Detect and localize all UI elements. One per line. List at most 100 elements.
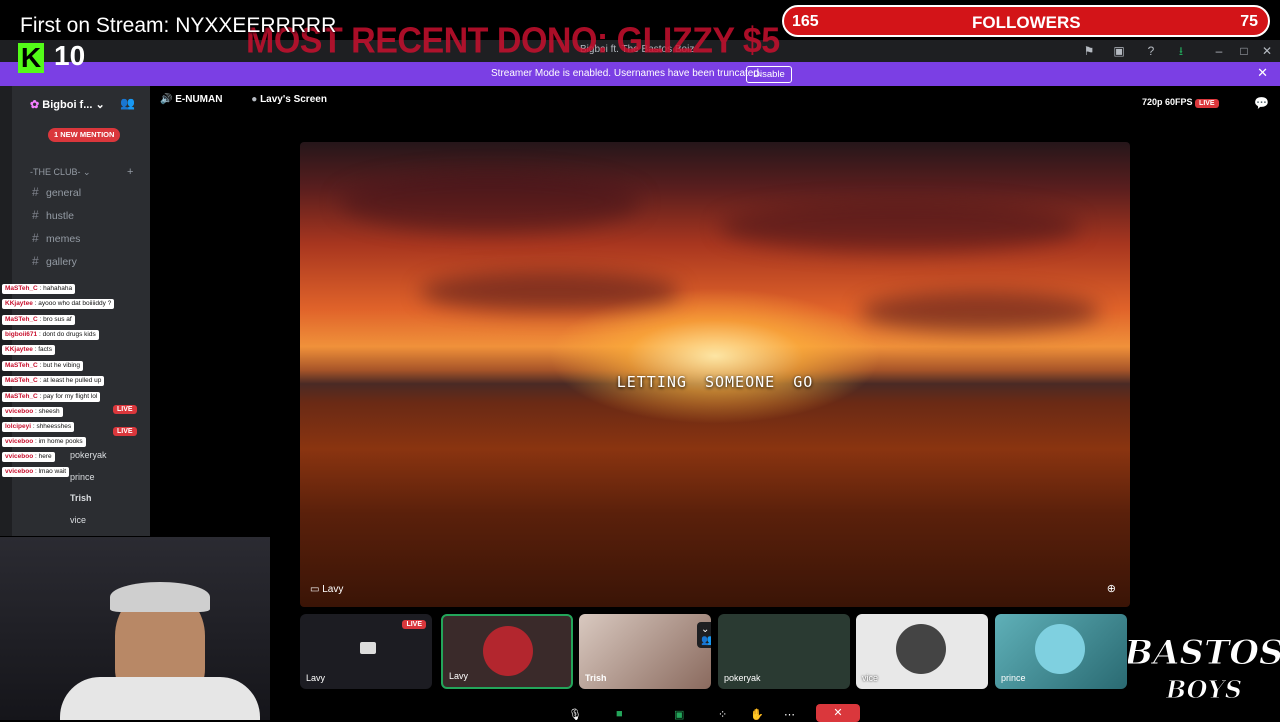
main-screen-share[interactable]: LETTING SOMEONE GO ▭ Lavy ⊕ bbox=[300, 142, 1130, 607]
chat-text: : dont do drugs kids bbox=[38, 331, 96, 338]
tile-label: Lavy bbox=[306, 673, 326, 683]
screen-icon bbox=[360, 642, 376, 654]
hash-icon: # bbox=[32, 231, 39, 245]
chat-username: KKjaytee bbox=[5, 300, 33, 307]
chat-text: : ayooo who dat boiiiiddy ? bbox=[34, 300, 112, 307]
voice-user[interactable]: pokeryak bbox=[70, 450, 107, 460]
live-badge: LIVE bbox=[402, 620, 426, 629]
chat-message: MaSTeh_C : but he vibing bbox=[2, 361, 84, 371]
minimize-icon[interactable]: – bbox=[1210, 42, 1228, 60]
participant-tile[interactable]: Lavy bbox=[441, 614, 573, 689]
svg-text:BOYS: BOYS bbox=[1165, 675, 1242, 704]
soundboard-icon[interactable]: ✋ bbox=[750, 708, 764, 721]
channel-memes[interactable]: # memes bbox=[32, 231, 80, 245]
streamer-webcam bbox=[0, 537, 270, 720]
activities-icon[interactable]: ⁘ bbox=[718, 708, 727, 721]
banner-close-icon[interactable]: ✕ bbox=[1257, 65, 1268, 81]
avatar bbox=[483, 626, 533, 676]
voice-channel-name[interactable]: E-NUMAN bbox=[175, 94, 222, 105]
chat-text: : lmao wait bbox=[35, 468, 67, 475]
chat-text: : bro sus af bbox=[39, 316, 72, 323]
call-controls: 🎙 ■ ▣ ⁘ ✋ ⋯ ✕ bbox=[556, 700, 866, 722]
chat-username: KKjaytee bbox=[5, 346, 33, 353]
lyric-text: LETTING SOMEONE GO bbox=[616, 373, 814, 391]
chat-bubble-icon[interactable]: 💬 bbox=[1254, 96, 1269, 110]
participant-tile[interactable]: LIVE Lavy bbox=[300, 614, 432, 689]
follower-goal: 75 bbox=[1240, 13, 1258, 30]
tile-label: prince bbox=[1001, 673, 1026, 683]
chat-username: MaSTeh_C bbox=[5, 377, 38, 384]
voice-user[interactable]: vice bbox=[70, 515, 86, 525]
voice-user[interactable]: Trish bbox=[70, 493, 92, 503]
chat-message: MaSTeh_C : at least he pulled up bbox=[2, 376, 105, 386]
chat-username: vviceboo bbox=[5, 438, 34, 445]
help-icon[interactable]: ? bbox=[1142, 42, 1160, 60]
chat-username: bigboii671 bbox=[5, 331, 38, 338]
stream-label: ▭ Lavy bbox=[310, 584, 344, 595]
chat-message: MaSTeh_C : pay for my flight lol bbox=[2, 392, 101, 402]
tile-label: vice bbox=[862, 673, 879, 683]
follower-goal-bar: 165 FOLLOWERS 75 bbox=[782, 5, 1270, 37]
participants-toggle-icon[interactable]: ⌄ 👥 bbox=[697, 622, 711, 648]
participant-tile[interactable]: Trish ⌄ 👥 bbox=[579, 614, 711, 689]
more-icon[interactable]: ⋯ bbox=[784, 708, 795, 721]
download-icon[interactable]: ⭳ bbox=[1172, 42, 1190, 60]
kick-logo-icon: K bbox=[18, 43, 44, 73]
microphone-icon[interactable]: 🎙 bbox=[568, 708, 582, 721]
streamer-mode-banner: Streamer Mode is enabled. Usernames have… bbox=[0, 62, 1280, 86]
chat-message: vviceboo : im home pooks bbox=[2, 437, 86, 447]
tile-label: Trish bbox=[585, 673, 607, 683]
voice-user[interactable]: prince bbox=[70, 472, 95, 482]
chat-message: vviceboo : lmao wait bbox=[2, 467, 70, 477]
chat-text: : facts bbox=[34, 346, 52, 353]
participant-tile[interactable]: prince bbox=[995, 614, 1127, 689]
chat-text: : at least he pulled up bbox=[39, 377, 102, 384]
hash-icon: # bbox=[32, 254, 39, 268]
new-mention-badge[interactable]: 1 NEW MENTION bbox=[48, 128, 121, 142]
chat-username: vviceboo bbox=[5, 453, 34, 460]
close-window-icon[interactable]: ✕ bbox=[1258, 42, 1276, 60]
banner-message: Streamer Mode is enabled. Usernames have… bbox=[491, 68, 762, 79]
first-on-stream: First on Stream: NYXXEERRRRR bbox=[20, 14, 337, 37]
server-icon: ✿ bbox=[30, 99, 40, 111]
create-channel-icon[interactable]: + bbox=[127, 166, 133, 178]
maximize-icon[interactable]: □ bbox=[1235, 42, 1253, 60]
hash-icon: # bbox=[32, 185, 39, 199]
inbox-icon[interactable]: ▣ bbox=[1110, 42, 1128, 60]
chat-username: lolcipeyi bbox=[5, 423, 32, 430]
chat-username: MaSTeh_C bbox=[5, 362, 38, 369]
chat-username: vviceboo bbox=[5, 468, 34, 475]
chat-text: : im home pooks bbox=[35, 438, 83, 445]
screen-share-avatar: ● bbox=[251, 94, 258, 105]
streamer-cap bbox=[110, 582, 210, 612]
screen-share-title[interactable]: Lavy's Screen bbox=[260, 94, 327, 105]
participant-tile[interactable]: pokeryak bbox=[718, 614, 850, 689]
chat-message: bigboii671 : dont do drugs kids bbox=[2, 330, 99, 340]
avatar bbox=[896, 624, 946, 674]
chat-message: MaSTeh_C : hahahaha bbox=[2, 284, 76, 294]
follower-current: 165 bbox=[792, 13, 819, 30]
zoom-icon[interactable]: ⊕ bbox=[1107, 582, 1116, 595]
screen-share-icon[interactable]: ▣ bbox=[674, 708, 684, 721]
chat-text: : shheesshes bbox=[32, 423, 72, 430]
disconnect-button[interactable]: ✕ bbox=[816, 704, 860, 722]
hash-icon: # bbox=[32, 208, 39, 222]
chat-message: KKjaytee : facts bbox=[2, 345, 55, 355]
disable-button[interactable]: Disable bbox=[746, 66, 792, 83]
chat-username: MaSTeh_C bbox=[5, 316, 38, 323]
tile-label: Lavy bbox=[449, 671, 469, 681]
flag-icon[interactable]: ⚑ bbox=[1080, 42, 1098, 60]
channel-general[interactable]: # general bbox=[32, 185, 81, 199]
live-badge: LIVE bbox=[1195, 99, 1219, 108]
stream-quality: 720p 60FPS LIVE bbox=[1142, 97, 1219, 108]
channel-gallery[interactable]: # gallery bbox=[32, 254, 77, 268]
channel-hustle[interactable]: # hustle bbox=[32, 208, 74, 222]
category-the-club[interactable]: -THE CLUB- ⌄ bbox=[30, 167, 91, 178]
server-name[interactable]: ✿ Bigboi f... ⌄ bbox=[30, 98, 105, 111]
add-friend-icon[interactable]: 👥 bbox=[120, 96, 135, 110]
live-badge: LIVE bbox=[113, 405, 137, 414]
camera-icon[interactable]: ■ bbox=[616, 708, 623, 720]
live-badge: LIVE bbox=[113, 427, 137, 436]
participant-tile[interactable]: vice bbox=[856, 614, 988, 689]
chat-text: : here bbox=[35, 453, 52, 460]
